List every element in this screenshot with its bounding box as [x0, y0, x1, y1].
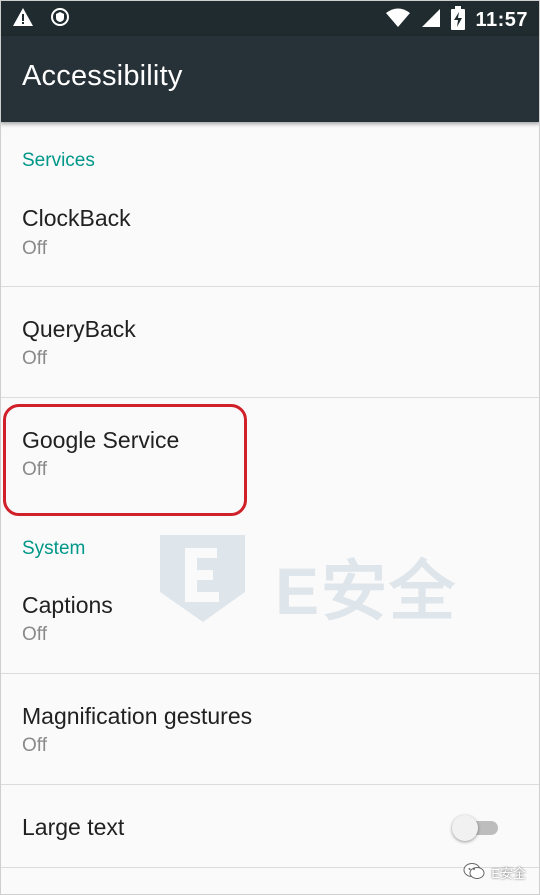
item-title: Magnification gestures — [22, 703, 253, 729]
app-bar: Accessibility — [0, 36, 540, 122]
list-item-clockback[interactable]: ClockBack Off — [0, 186, 540, 286]
divider — [0, 867, 540, 868]
page-title: Accessibility — [22, 60, 183, 92]
wechat-source-badge: E安全 — [463, 862, 526, 883]
shield-icon — [50, 7, 70, 32]
item-title: Captions — [22, 592, 113, 618]
item-title: Large text — [22, 814, 125, 840]
battery-charging-icon — [451, 6, 466, 35]
item-status: Off — [22, 735, 47, 756]
item-status: Off — [22, 624, 47, 645]
highlight-annotation — [3, 404, 247, 516]
warning-icon — [12, 7, 34, 32]
list-item-captions[interactable]: Captions Off — [0, 572, 540, 673]
signal-icon — [421, 8, 441, 33]
clock: 11:57 — [475, 9, 528, 31]
list-item-queryback[interactable]: QueryBack Off — [0, 287, 540, 397]
large-text-toggle[interactable] — [452, 815, 500, 841]
wechat-source-text: E安全 — [491, 866, 526, 881]
wifi-icon — [385, 8, 411, 33]
item-title: ClockBack — [22, 205, 131, 231]
wechat-icon — [463, 862, 485, 883]
item-status: Off — [22, 238, 47, 259]
item-status: Off — [22, 348, 47, 369]
status-bar: 11:57 — [0, 0, 540, 36]
section-header-services: Services — [22, 150, 95, 171]
toggle-thumb — [452, 815, 478, 841]
list-item-magnification-gestures[interactable]: Magnification gestures Off — [0, 674, 540, 784]
section-header-system: System — [22, 538, 86, 559]
item-title: QueryBack — [22, 316, 136, 342]
